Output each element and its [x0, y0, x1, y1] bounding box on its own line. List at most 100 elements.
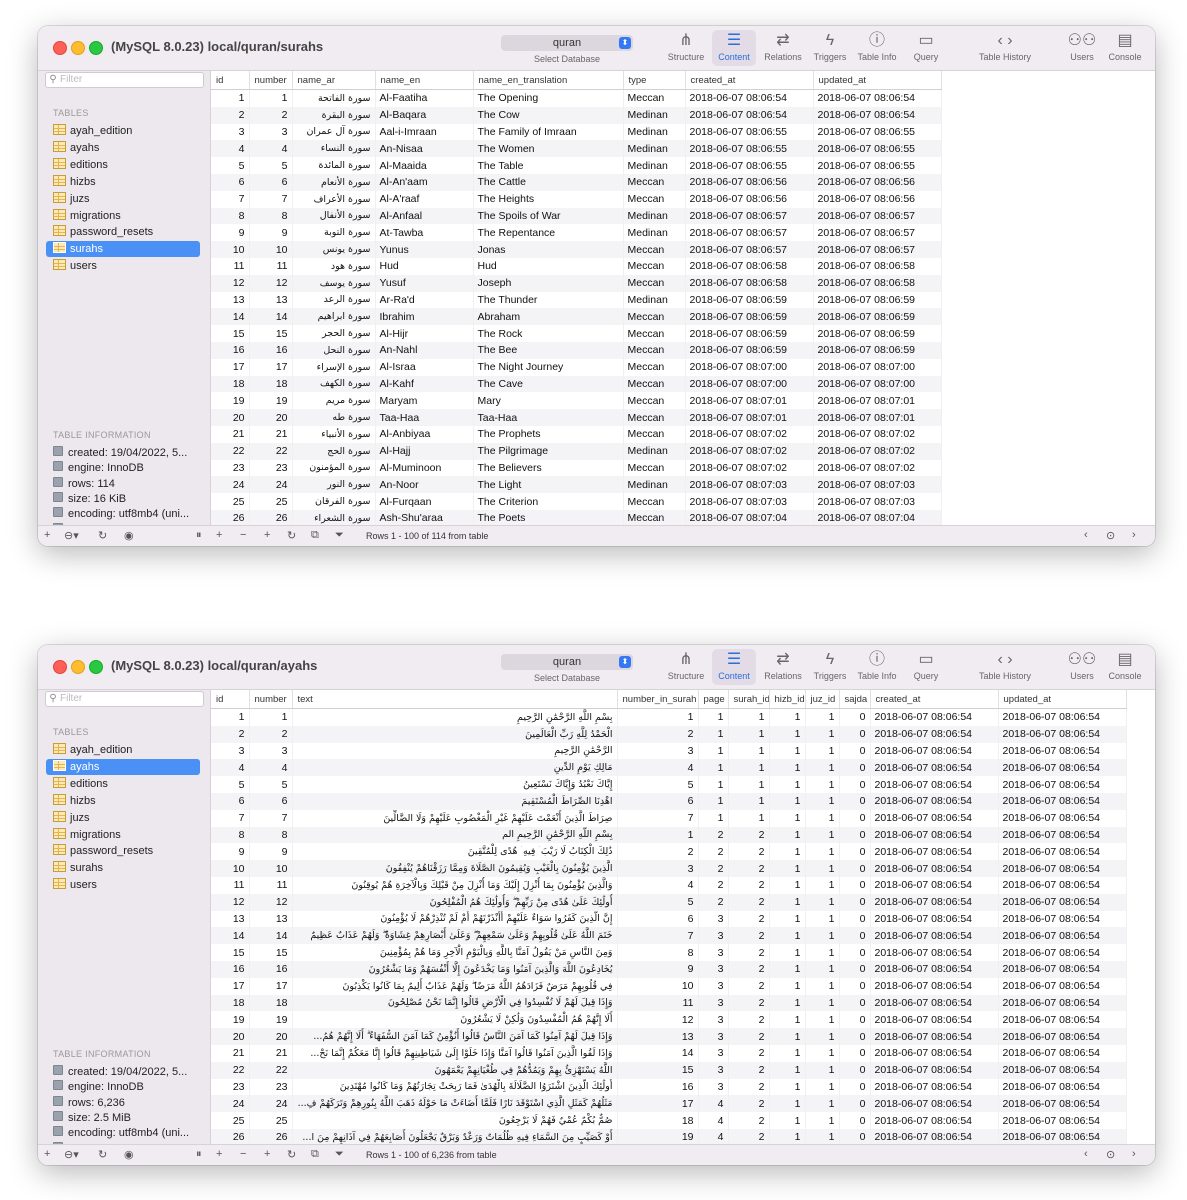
table-cell[interactable]: 1	[805, 742, 840, 760]
table-cell[interactable]: 0	[839, 910, 871, 928]
table-row[interactable]: 25 25 سورة الفرقان Al-Furqaan The Criterion M…	[211, 493, 942, 510]
table-cell[interactable]: 1	[249, 708, 293, 726]
table-cell[interactable]: 2018-06-07 08:06:54	[870, 1028, 999, 1045]
table-cell[interactable]: 17	[249, 358, 293, 376]
table-cell[interactable]: 18	[211, 375, 250, 393]
table-row[interactable]: 2 2 سورة البقرة Al-Baqara The Cow Medinan 2018…	[211, 106, 942, 124]
table-cell[interactable]: 1	[769, 944, 806, 961]
table-cell[interactable]: 2018-06-07 08:07:01	[685, 409, 814, 426]
table-cell[interactable]: صِرَاطَ الَّذِينَ أَنْعَمْتَ عَلَيْهِمْ …	[292, 809, 618, 827]
table-cell[interactable]: 26	[211, 509, 250, 525]
table-cell[interactable]: 3	[211, 123, 250, 141]
table-cell[interactable]: سورة المؤمنون	[292, 459, 376, 477]
table-cell[interactable]: 2	[728, 893, 770, 911]
table-row[interactable]: 13 13 إِنَّ الَّذِينَ كَفَرُوا سَوَاءٌ عَل…	[211, 910, 1127, 928]
table-row[interactable]: 1 1 بِسْمِ اللَّهِ الرَّحْمَٰنِ الرَّحِيمِ…	[211, 708, 1127, 726]
sidebar-toggle-icon[interactable]: ⏸	[196, 529, 202, 542]
table-cell[interactable]: 3	[249, 742, 293, 760]
table-cell[interactable]: 20	[249, 1028, 293, 1045]
table-cell[interactable]: 9	[249, 843, 293, 861]
table-cell[interactable]: 0	[839, 860, 871, 877]
column-header-updated-at[interactable]: updated_at	[998, 690, 1127, 709]
table-cell[interactable]: 2	[728, 876, 770, 894]
table-cell[interactable]: 1	[805, 910, 840, 928]
table-cell[interactable]: 2018-06-07 08:06:54	[998, 776, 1127, 793]
table-cell[interactable]: 1	[769, 1061, 806, 1079]
table-row[interactable]: 8 8 بِسْمِ اللَّهِ الرَّحْمَٰنِ الرَّحِيمِ…	[211, 826, 1127, 844]
table-cell[interactable]: 23	[249, 1078, 293, 1096]
table-cell[interactable]: 11	[211, 257, 250, 275]
table-cell[interactable]: 4	[617, 876, 699, 894]
table-cell[interactable]: 3	[698, 1044, 729, 1062]
table-cell[interactable]: سورة يونس	[292, 241, 376, 258]
table-cell[interactable]: 24	[211, 476, 250, 494]
table-cell[interactable]: 1	[769, 742, 806, 760]
table-cell[interactable]: أُولَٰئِكَ الَّذِينَ اشْتَرَوُا الضَّلَا…	[292, 1078, 618, 1096]
toolbar-relations-button[interactable]: ⇄ Relations	[760, 30, 806, 66]
table-cell[interactable]: 1	[805, 809, 840, 827]
table-cell[interactable]: Meccan	[623, 459, 686, 477]
table-cell[interactable]: 16	[211, 960, 250, 978]
table-cell[interactable]: 9	[211, 224, 250, 242]
add-row-icon[interactable]: +	[216, 529, 222, 541]
table-row[interactable]: 7 7 صِرَاطَ الَّذِينَ أَنْعَمْتَ عَلَيْهِم…	[211, 809, 1127, 827]
table-cell[interactable]: Al-Muminoon	[375, 459, 474, 477]
table-cell[interactable]: 5	[617, 776, 699, 793]
table-cell[interactable]: Meccan	[623, 392, 686, 410]
table-cell[interactable]: 2018-06-07 08:06:54	[870, 1112, 999, 1129]
table-cell[interactable]: 1	[698, 742, 729, 760]
table-cell[interactable]: 9	[211, 843, 250, 861]
table-cell[interactable]: 1	[805, 1028, 840, 1045]
table-cell[interactable]: 2018-06-07 08:06:54	[870, 1128, 999, 1144]
table-cell[interactable]: 2	[211, 106, 250, 124]
table-cell[interactable]: سورة المائدة	[292, 157, 376, 174]
toolbar-table-history-button[interactable]: ‹ › Table History	[970, 649, 1040, 685]
sidebar-table-users[interactable]: users	[46, 877, 200, 893]
table-cell[interactable]: 0	[839, 725, 871, 743]
table-cell[interactable]: An-Nahl	[375, 341, 474, 359]
table-cell[interactable]: 2	[728, 1095, 770, 1113]
table-cell[interactable]: سورة الأنبياء	[292, 425, 376, 443]
table-cell[interactable]: 1	[249, 89, 293, 107]
table-cell[interactable]: 2	[728, 1112, 770, 1129]
table-cell[interactable]: 5	[249, 776, 293, 793]
table-cell[interactable]: 4	[249, 140, 293, 158]
table-cell[interactable]: 12	[617, 1011, 699, 1029]
table-cell[interactable]: Medinan	[623, 157, 686, 174]
table-cell[interactable]: Medinan	[623, 476, 686, 494]
table-cell[interactable]: 2018-06-07 08:07:03	[685, 493, 814, 510]
table-cell[interactable]: Meccan	[623, 509, 686, 525]
sidebar-toggle-icon[interactable]: ⏸	[196, 1148, 202, 1161]
table-cell[interactable]: 2018-06-07 08:06:54	[870, 759, 999, 777]
pagination-options-icon[interactable]: ⊙	[1106, 1148, 1115, 1161]
table-cell[interactable]: 8	[211, 826, 250, 844]
toolbar-table-history-button[interactable]: ‹ › Table History	[970, 30, 1040, 66]
table-cell[interactable]: 19	[617, 1128, 699, 1144]
table-cell[interactable]: Medinan	[623, 207, 686, 225]
column-header-surah-id[interactable]: surah_id	[728, 690, 770, 709]
table-cell[interactable]: Medinan	[623, 442, 686, 460]
table-cell[interactable]: 3	[698, 1061, 729, 1079]
table-cell[interactable]: 13	[211, 910, 250, 928]
table-row[interactable]: 22 22 سورة الحج Al-Hajj The Pilgrimage Medina…	[211, 442, 942, 460]
export-icon[interactable]: ⧉	[311, 529, 319, 542]
table-cell[interactable]: 25	[211, 493, 250, 510]
table-cell[interactable]: 0	[839, 1095, 871, 1113]
table-row[interactable]: 10 10 الَّذِينَ يُؤْمِنُونَ بِالْغَيْبِ وَ…	[211, 860, 1127, 877]
table-cell[interactable]: 1	[805, 1078, 840, 1096]
table-cell[interactable]: 1	[769, 1028, 806, 1045]
table-cell[interactable]: 15	[617, 1061, 699, 1079]
table-cell[interactable]: 2018-06-07 08:06:58	[813, 257, 942, 275]
visibility-icon[interactable]: ◉	[124, 1148, 134, 1161]
table-cell[interactable]: 1	[769, 792, 806, 810]
table-cell[interactable]: فِي قُلُوبِهِمْ مَرَضٌ فَزَادَهُمُ اللَّ…	[292, 977, 618, 995]
table-cell[interactable]: 1	[617, 708, 699, 726]
table-row[interactable]: 12 12 أُولَٰئِكَ عَلَىٰ هُدًى مِنْ رَبِّهِ…	[211, 893, 1127, 911]
table-cell[interactable]: 3	[617, 742, 699, 760]
table-cell[interactable]: 9	[617, 960, 699, 978]
table-cell[interactable]: Al-Anfaal	[375, 207, 474, 225]
table-cell[interactable]: 6	[249, 792, 293, 810]
table-cell[interactable]: Mary	[473, 392, 624, 410]
table-cell[interactable]: Abraham	[473, 308, 624, 326]
toolbar-structure-button[interactable]: ⋔ Structure	[666, 30, 706, 66]
